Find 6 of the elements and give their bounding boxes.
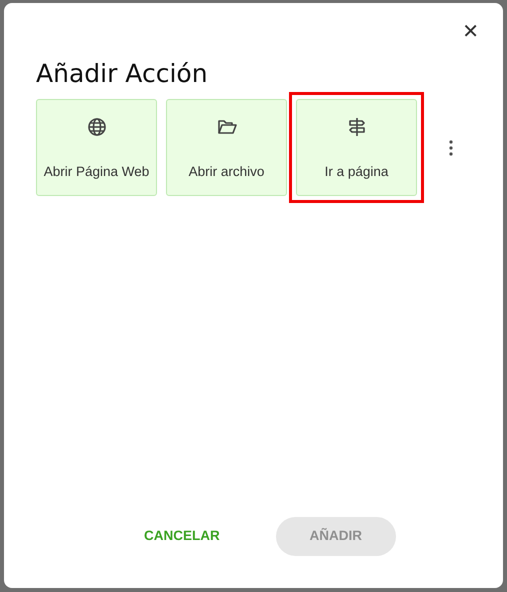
- more-options-icon[interactable]: [448, 138, 454, 156]
- dialog-title: Añadir Acción: [36, 59, 209, 89]
- action-tile[interactable]: Ir a página: [296, 99, 417, 196]
- action-tile[interactable]: Abrir archivo: [166, 99, 287, 196]
- close-button[interactable]: ✕: [458, 19, 483, 43]
- action-tile[interactable]: Abrir Página Web: [36, 99, 157, 196]
